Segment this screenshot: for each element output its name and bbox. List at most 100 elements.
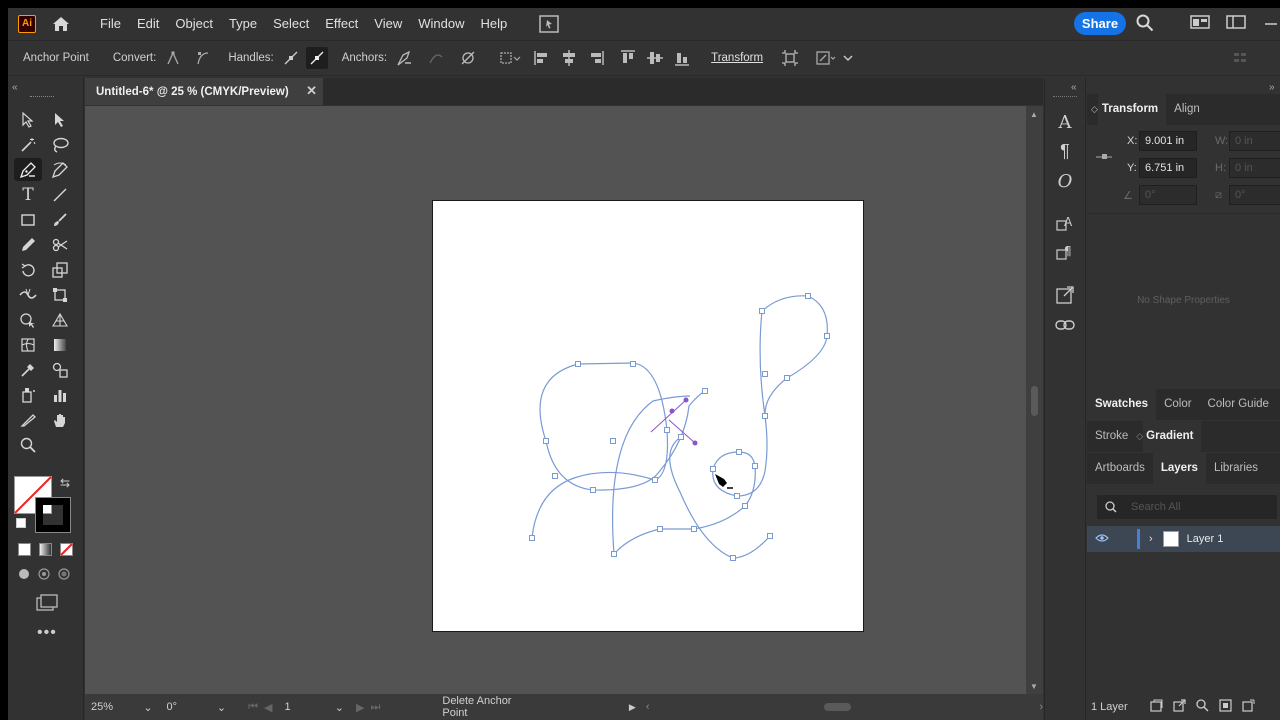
tab-stroke[interactable]: Stroke [1087, 421, 1136, 452]
eyedropper-tool-icon[interactable] [14, 358, 42, 381]
column-graph-tool-icon[interactable] [46, 383, 74, 406]
hand-tool-icon[interactable] [46, 408, 74, 431]
vector-paths[interactable] [85, 106, 1026, 694]
close-tab-icon[interactable]: ✕ [306, 83, 317, 99]
menu-window[interactable]: Window [410, 8, 472, 39]
anchor-point[interactable] [805, 293, 811, 299]
symbol-sprayer-tool-icon[interactable] [14, 383, 42, 406]
selection-tool-icon[interactable] [14, 108, 42, 131]
scroll-up-icon[interactable]: ▲ [1030, 110, 1038, 119]
menu-edit[interactable]: Edit [129, 8, 167, 39]
paragraph-panel-icon[interactable]: ¶ [1054, 140, 1076, 162]
canvas-area[interactable] [85, 106, 1026, 694]
anchor-point[interactable] [730, 555, 736, 561]
links-panel-icon[interactable] [1054, 314, 1076, 336]
perspective-grid-tool-icon[interactable] [46, 308, 74, 331]
scroll-left-icon[interactable]: ‹ [646, 701, 650, 713]
lasso-tool-icon[interactable] [46, 133, 74, 156]
tab-color[interactable]: Color [1156, 389, 1199, 420]
export-panel-icon[interactable] [1054, 284, 1076, 306]
default-colors-icon[interactable] [16, 518, 26, 528]
character-styles-icon[interactable]: A [1054, 212, 1076, 234]
anchor-point[interactable] [734, 493, 740, 499]
rotation-dropdown-icon[interactable]: ⌄ [217, 701, 226, 714]
pencil-tool-icon[interactable] [14, 233, 42, 256]
scale-tool-icon[interactable] [46, 258, 74, 281]
edit-toolbar-icon[interactable]: ••• [37, 624, 57, 642]
scissors-tool-icon[interactable] [46, 233, 74, 256]
transform-link[interactable]: Transform [711, 52, 763, 64]
mesh-tool-icon[interactable] [14, 333, 42, 356]
zoom-field[interactable]: 25% ⌄ [85, 697, 157, 717]
tools-grip[interactable] [30, 96, 54, 98]
anchor-point[interactable] [742, 503, 748, 509]
draw-normal-icon[interactable] [18, 568, 30, 580]
anchor-point[interactable] [652, 477, 658, 483]
anchor-point[interactable] [529, 535, 535, 541]
anchor-point[interactable] [762, 413, 768, 419]
anchor-point[interactable] [543, 438, 549, 444]
anchor-point[interactable] [736, 449, 742, 455]
menu-select[interactable]: Select [265, 8, 317, 39]
window-layout-icon[interactable] [1226, 14, 1246, 30]
anchor-point[interactable] [552, 473, 558, 479]
minimize-icon[interactable] [1264, 14, 1278, 30]
anchor-point[interactable] [590, 487, 596, 493]
isolate-object-icon[interactable] [779, 47, 801, 69]
zoom-dropdown-icon[interactable]: ⌄ [143, 701, 152, 714]
share-button[interactable]: Share [1074, 12, 1126, 35]
rectangle-tool-icon[interactable] [14, 208, 42, 231]
tab-color-guide[interactable]: Color Guide [1200, 389, 1277, 420]
shape-builder-tool-icon[interactable] [14, 308, 42, 331]
anchor-point[interactable] [630, 361, 636, 367]
y-input[interactable]: 6.751 in [1139, 158, 1197, 178]
none-mode-icon[interactable] [60, 543, 73, 556]
tab-gradient[interactable]: Gradient [1143, 421, 1202, 452]
direct-selection-tool-icon[interactable] [46, 108, 74, 131]
slice-tool-icon[interactable] [14, 408, 42, 431]
draw-behind-icon[interactable] [38, 568, 50, 580]
export-icon[interactable] [1173, 699, 1186, 715]
magic-wand-tool-icon[interactable] [14, 133, 42, 156]
tab-align[interactable]: Align [1166, 94, 1208, 125]
anchor-point[interactable] [767, 533, 773, 539]
menu-object[interactable]: Object [167, 8, 221, 39]
free-transform-tool-icon[interactable] [46, 283, 74, 306]
anchor-point[interactable] [610, 438, 616, 444]
anchor-point[interactable] [752, 463, 758, 469]
color-mode-icon[interactable] [18, 543, 31, 556]
reference-point-icon[interactable] [1095, 151, 1113, 165]
create-sublayer-icon[interactable] [1242, 699, 1255, 715]
collapse-dock-icon[interactable]: » [1269, 82, 1275, 93]
scroll-right-icon[interactable]: › [1039, 701, 1043, 713]
status-menu-icon[interactable]: ▶ [629, 702, 636, 713]
arrange-documents-icon[interactable] [539, 14, 559, 33]
layers-search-field[interactable]: Search All [1097, 495, 1277, 519]
anchor-point[interactable] [762, 371, 768, 377]
make-clipping-mask-icon[interactable] [1219, 699, 1232, 715]
strip-grip[interactable] [1053, 96, 1077, 97]
cut-path-icon[interactable] [457, 47, 479, 69]
align-to-icon[interactable] [499, 47, 521, 69]
blend-tool-icon[interactable] [46, 358, 74, 381]
anchor-point[interactable] [710, 466, 716, 472]
menu-file[interactable]: File [92, 8, 129, 39]
tab-transform[interactable]: Transform [1097, 94, 1167, 125]
align-bottom-icon[interactable] [671, 47, 693, 69]
remove-anchor-icon[interactable] [393, 47, 415, 69]
panel-collapse-chevron-icon[interactable]: ◇ [1091, 104, 1098, 115]
workspace-icon[interactable] [1190, 14, 1210, 30]
align-right-icon[interactable] [585, 47, 607, 69]
character-panel-icon[interactable]: A [1054, 111, 1076, 133]
gradient-tool-icon[interactable] [46, 333, 74, 356]
opentype-panel-icon[interactable]: O [1054, 170, 1076, 192]
search-icon[interactable] [1136, 14, 1154, 32]
vertical-scrollbar[interactable]: ▲ ▼ [1026, 106, 1043, 694]
anchor-point[interactable] [611, 551, 617, 557]
artboard-number-field[interactable]: 1 ⌄ [278, 697, 348, 717]
pen-tool-icon[interactable] [14, 158, 42, 181]
expand-panels-icon[interactable]: « [1071, 82, 1077, 93]
zoom-tool-icon[interactable] [14, 433, 42, 456]
collapse-tools-icon[interactable]: « [12, 82, 18, 93]
tab-layers[interactable]: Layers [1152, 453, 1206, 484]
